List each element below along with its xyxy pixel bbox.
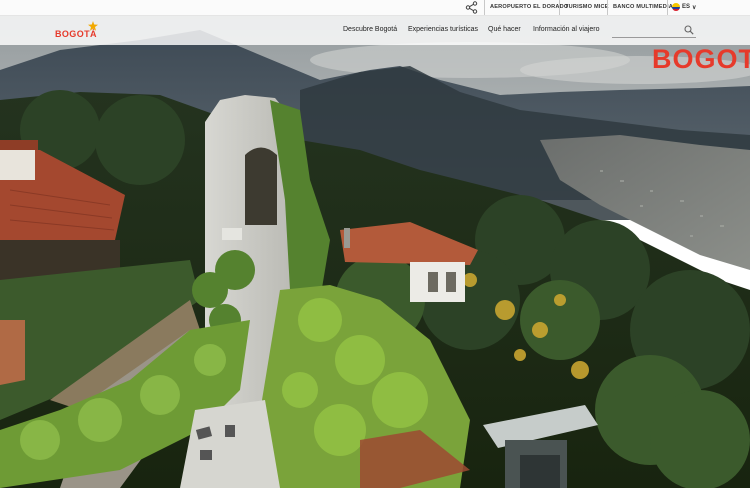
brand-watermark: BOGOT [652,44,750,74]
hero-image [0,0,750,488]
hero-photo-illustration [0,0,750,488]
nav-item-descubre[interactable]: Descubre Bogotá [343,26,397,33]
utility-link-airport[interactable]: AEROPUERTO EL DORADO [490,4,568,10]
chevron-down-icon: ∨ [692,4,697,11]
utility-link-mice[interactable]: TURISMO MICE [565,4,609,10]
logo-star-icon [88,21,98,31]
nav-item-experiencias[interactable]: Experiencias turísticas [408,26,478,33]
search-icon[interactable] [684,25,694,35]
share-icon[interactable] [465,1,479,14]
nav-item-que-hacer[interactable]: Qué hacer [488,26,521,33]
search-box [612,24,696,38]
language-label: ES [682,4,691,10]
site-logo[interactable]: BOGOTÁ [55,21,103,43]
utility-divider [559,0,560,15]
utility-divider [667,0,668,15]
utility-divider [607,0,608,15]
nav-item-informacion[interactable]: Información al viajero [533,26,600,33]
utility-divider [484,0,485,15]
search-input[interactable] [612,24,682,37]
main-navigation: BOGOTÁ Descubre Bogotá Experiencias turí… [0,15,750,45]
utility-bar: AEROPUERTO EL DORADO TURISMO MICE BANCO … [0,0,750,15]
language-selector[interactable]: ES ∨ [672,3,696,11]
utility-link-media-bank[interactable]: BANCO MULTIMEDIA [613,4,673,10]
page-bottom [0,488,750,500]
colombia-flag-icon [672,3,680,11]
